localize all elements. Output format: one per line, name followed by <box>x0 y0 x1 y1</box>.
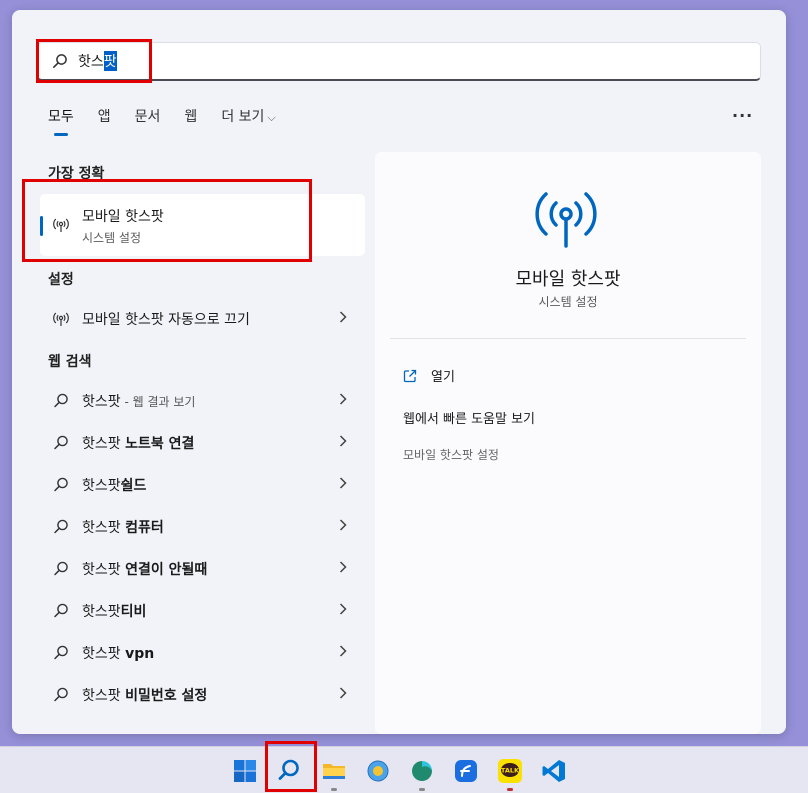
chevron-right-icon <box>339 435 347 447</box>
chevron-right-icon <box>339 603 347 615</box>
web-result-base: 핫스팟 <box>82 394 121 410</box>
search-icon <box>54 519 68 534</box>
hotspot-settings-action-label: 모바일 핫스팟 설정 <box>403 448 499 462</box>
settings-item-hotspot-auto-off[interactable]: 모바일 핫스팟 자동으로 끄기 <box>40 299 365 339</box>
best-match-subtitle: 시스템 설정 <box>82 231 142 245</box>
kakaotalk-icon[interactable]: TALK <box>498 759 522 783</box>
web-result-base: 핫스팟 <box>82 436 126 452</box>
web-result-item[interactable]: 핫스팟 노트북 연결 <box>40 423 365 463</box>
chevron-down-icon: ⌵ <box>267 111 276 124</box>
search-query: 핫스 팟 <box>78 51 117 71</box>
search-flyout: 핫스 팟 모두 앱 문서 웹 더 보기 ⌵ ··· 가장 정확 모바일 핫스팟 시스… <box>12 10 786 734</box>
open-action-label: 열기 <box>431 370 455 385</box>
taskbar: TALK <box>0 741 808 793</box>
web-result-bold: 노트북 연결 <box>125 436 195 452</box>
web-result-base: 핫스팟 <box>82 604 121 620</box>
search-icon <box>54 561 68 576</box>
web-result-item[interactable]: 핫스팟 vpn <box>40 633 365 673</box>
kakaotalk-label: TALK <box>501 767 520 775</box>
web-result-bold: 컴퓨터 <box>125 520 164 536</box>
running-indicator <box>331 788 337 791</box>
search-query-text: 핫스 <box>78 54 104 70</box>
tab-more[interactable]: 더 보기 ⌵ <box>221 106 275 136</box>
web-result-base: 핫스팟 <box>82 478 121 494</box>
best-match-item[interactable]: 모바일 핫스팟 시스템 설정 <box>40 194 365 256</box>
web-result-item[interactable]: 핫스팟티비 <box>40 591 365 631</box>
preview-title: 모바일 핫스팟 <box>515 269 621 290</box>
web-result-suffix: - 웹 결과 보기 <box>120 395 196 409</box>
search-icon <box>54 477 68 492</box>
preview-subtitle: 시스템 설정 <box>538 295 598 309</box>
filter-tabs: 모두 앱 문서 웹 더 보기 ⌵ <box>48 106 300 136</box>
web-result-bold: 비밀번호 설정 <box>125 688 208 704</box>
running-indicator <box>419 788 425 791</box>
chevron-right-icon <box>339 477 347 489</box>
running-indicator <box>507 788 513 791</box>
browser-icon[interactable] <box>410 759 434 783</box>
section-title-settings: 설정 <box>48 272 74 288</box>
tab-web[interactable]: 웹 <box>184 106 197 136</box>
search-query-selection: 팟 <box>103 51 117 71</box>
web-result-base: 핫스팟 <box>82 688 126 704</box>
settings-item-label: 모바일 핫스팟 자동으로 끄기 <box>82 312 250 328</box>
vscode-icon[interactable] <box>542 759 566 783</box>
web-help-action[interactable]: 웹에서 빠른 도움말 보기 <box>403 408 535 427</box>
search-icon[interactable] <box>277 758 301 782</box>
web-result-bold: 연결이 안될때 <box>125 562 208 578</box>
hotspot-icon <box>53 218 69 232</box>
tab-apps[interactable]: 앱 <box>98 106 111 136</box>
file-explorer-icon[interactable] <box>322 759 346 783</box>
search-input[interactable]: 핫스 팟 <box>37 42 761 81</box>
hotspot-icon <box>53 312 69 326</box>
selection-indicator <box>40 216 43 236</box>
hotspot-icon <box>535 192 597 248</box>
web-result-item[interactable]: 핫스팟 - 웹 결과 보기 <box>40 381 365 421</box>
web-result-item[interactable]: 핫스팟 비밀번호 설정 <box>40 675 365 715</box>
preview-pane: 모바일 핫스팟 시스템 설정 열기 웹에서 빠른 도움말 보기 모바일 핫스팟 … <box>375 152 761 734</box>
web-result-base: 핫스팟 <box>82 646 126 662</box>
search-icon <box>54 393 68 408</box>
hotspot-settings-action[interactable]: 모바일 핫스팟 설정 <box>403 446 499 463</box>
section-title-best-match: 가장 정확 <box>48 166 105 182</box>
divider <box>390 338 746 339</box>
search-icon <box>52 54 67 68</box>
web-result-bold: vpn <box>125 646 155 662</box>
windows-start-icon[interactable] <box>233 759 257 783</box>
web-result-bold: 티비 <box>120 604 147 620</box>
browser-icon[interactable] <box>366 759 390 783</box>
search-icon <box>54 687 68 702</box>
chevron-right-icon <box>339 645 347 657</box>
chevron-right-icon <box>339 561 347 573</box>
best-match-title: 모바일 핫스팟 <box>82 209 164 225</box>
web-result-bold: 쉴드 <box>120 478 147 494</box>
tab-all[interactable]: 모두 <box>48 106 74 136</box>
chevron-right-icon <box>339 311 347 323</box>
open-action[interactable]: 열기 <box>403 366 455 385</box>
web-result-base: 핫스팟 <box>82 562 126 578</box>
web-result-item[interactable]: 핫스팟 컴퓨터 <box>40 507 365 547</box>
search-icon <box>54 603 68 618</box>
search-icon <box>54 645 68 660</box>
section-title-web-search: 웹 검색 <box>48 354 92 370</box>
app-icon[interactable] <box>454 759 478 783</box>
chevron-right-icon <box>339 393 347 405</box>
open-external-icon <box>403 369 417 382</box>
web-help-action-label: 웹에서 빠른 도움말 보기 <box>403 412 535 427</box>
web-result-base: 핫스팟 <box>82 520 126 536</box>
chevron-right-icon <box>339 687 347 699</box>
more-options-button[interactable]: ··· <box>732 106 753 125</box>
search-icon <box>54 435 68 450</box>
chevron-right-icon <box>339 519 347 531</box>
web-result-item[interactable]: 핫스팟 연결이 안될때 <box>40 549 365 589</box>
tab-documents[interactable]: 문서 <box>135 106 161 136</box>
web-result-item[interactable]: 핫스팟쉴드 <box>40 465 365 505</box>
